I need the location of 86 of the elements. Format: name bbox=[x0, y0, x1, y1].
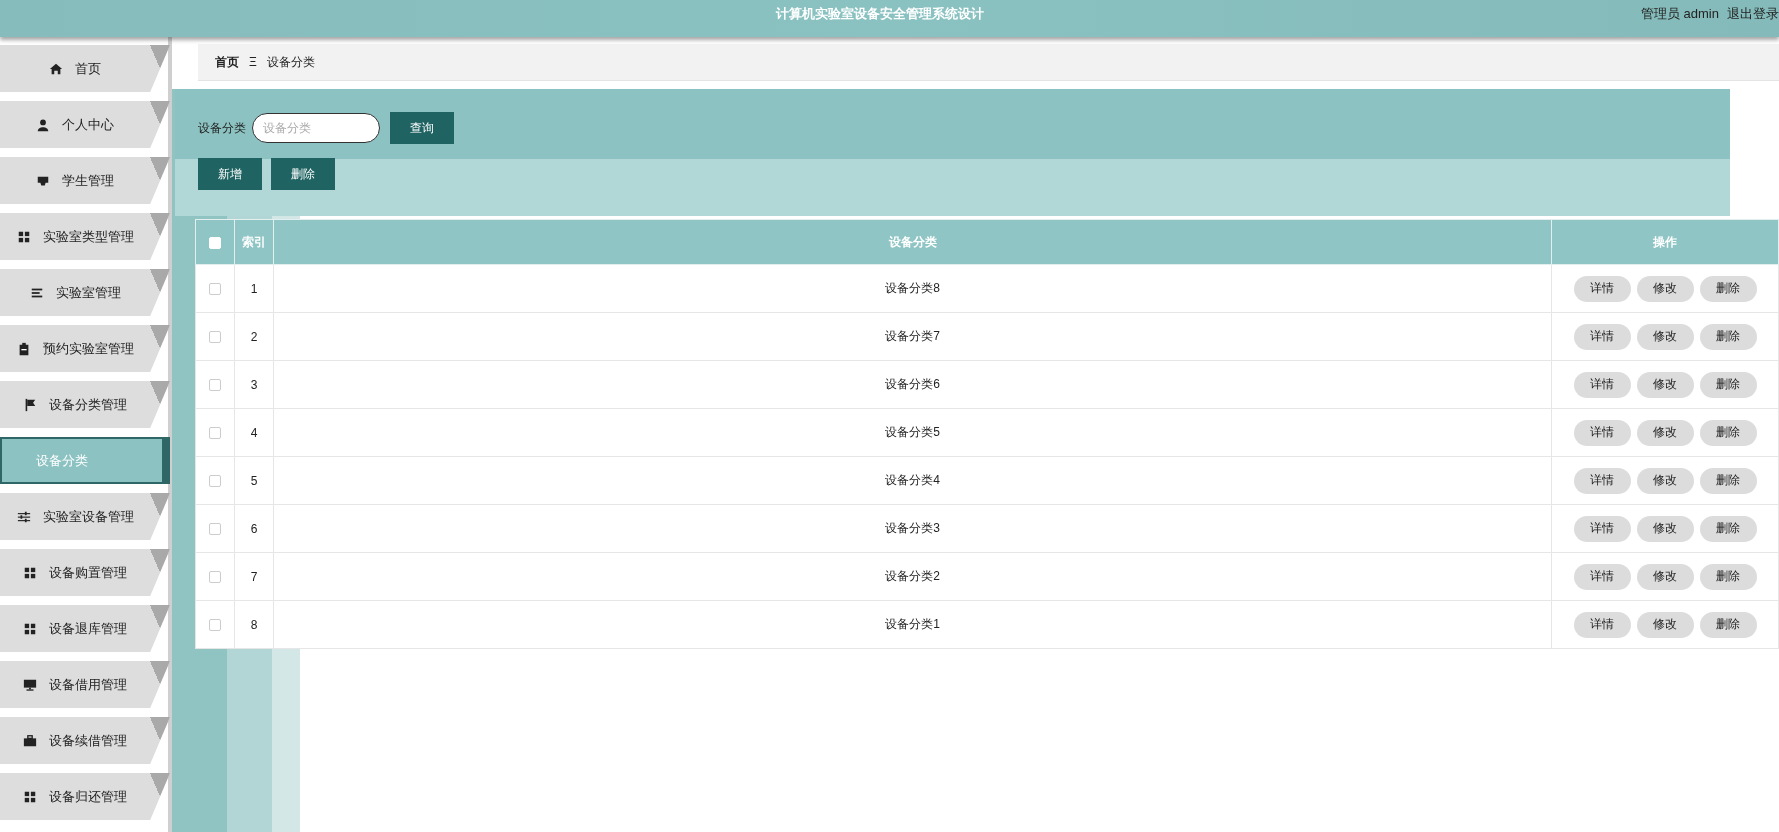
grid-icon bbox=[23, 789, 37, 804]
user-icon bbox=[36, 117, 50, 132]
table-cell: 3 bbox=[234, 360, 274, 409]
sidebar-item[interactable]: 预约实验室管理 bbox=[0, 325, 170, 372]
column-header: 索引 bbox=[234, 219, 274, 265]
row-checkbox[interactable] bbox=[209, 571, 221, 584]
user-label: 管理员 admin bbox=[1640, 5, 1719, 23]
row-checkbox[interactable] bbox=[209, 379, 221, 392]
table-cell: 8 bbox=[234, 600, 274, 649]
row-action-button[interactable]: 修改 bbox=[1636, 275, 1694, 302]
grid-icon bbox=[23, 621, 37, 636]
row-action-button[interactable]: 详情 bbox=[1573, 419, 1631, 446]
monitor-icon bbox=[23, 677, 37, 692]
row-action-button[interactable]: 修改 bbox=[1636, 323, 1694, 350]
row-action-button[interactable]: 修改 bbox=[1636, 419, 1694, 446]
table-cell: 5 bbox=[234, 456, 274, 505]
logout-link[interactable]: 退出登录 bbox=[1727, 0, 1779, 23]
breadcrumb-current: 设备分类 bbox=[266, 53, 315, 71]
sliders-icon bbox=[16, 509, 31, 524]
row-action-button[interactable]: 详情 bbox=[1573, 467, 1631, 494]
sidebar-item[interactable]: 实验室设备管理 bbox=[0, 493, 170, 540]
column-header: 设备分类 bbox=[273, 219, 1552, 265]
row-action-button[interactable]: 删除 bbox=[1699, 467, 1757, 494]
row-checkbox[interactable] bbox=[209, 619, 221, 632]
row-action-button[interactable]: 修改 bbox=[1636, 371, 1694, 398]
sidebar-item[interactable]: 个人中心 bbox=[0, 101, 170, 148]
action-button[interactable]: 删除 bbox=[271, 158, 335, 190]
row-action-button[interactable]: 删除 bbox=[1699, 515, 1757, 542]
table-cell: 设备分类3 bbox=[273, 504, 1552, 553]
briefcase-icon bbox=[23, 733, 37, 748]
row-action-button[interactable]: 删除 bbox=[1699, 275, 1757, 302]
row-action-button[interactable]: 修改 bbox=[1636, 515, 1694, 542]
table-cell: 设备分类6 bbox=[273, 360, 1552, 409]
row-action-button[interactable]: 详情 bbox=[1573, 323, 1631, 350]
table-cell: 设备分类5 bbox=[273, 408, 1552, 457]
row-checkbox[interactable] bbox=[209, 283, 221, 296]
row-checkbox[interactable] bbox=[209, 427, 221, 440]
row-action-button[interactable]: 删除 bbox=[1699, 371, 1757, 398]
grid-icon bbox=[16, 229, 31, 244]
row-action-button[interactable]: 详情 bbox=[1573, 515, 1631, 542]
table-cell: 设备分类8 bbox=[273, 264, 1552, 313]
app-title: 计算机实验室设备安全管理系统设计 bbox=[775, 5, 986, 23]
row-action-button[interactable]: 删除 bbox=[1699, 419, 1757, 446]
sidebar-item[interactable]: 设备分类管理 bbox=[0, 381, 170, 428]
table-cell: 2 bbox=[234, 312, 274, 361]
row-action-button[interactable]: 详情 bbox=[1573, 275, 1631, 302]
sidebar-item[interactable]: 首页 bbox=[0, 45, 170, 92]
column-header: 操作 bbox=[1551, 219, 1779, 265]
sidebar-item[interactable]: 设备借用管理 bbox=[0, 661, 170, 708]
search-field[interactable]: 设备分类 bbox=[252, 113, 380, 143]
table-cell: 7 bbox=[234, 552, 274, 601]
row-action-button[interactable]: 删除 bbox=[1699, 611, 1757, 638]
sidebar-item[interactable]: 实验室类型管理 bbox=[0, 213, 170, 260]
table-cell: 设备分类7 bbox=[273, 312, 1552, 361]
row-checkbox[interactable] bbox=[209, 523, 221, 536]
row-action-button[interactable]: 修改 bbox=[1636, 611, 1694, 638]
action-button[interactable]: 新增 bbox=[198, 158, 262, 190]
search-button[interactable]: 查询 bbox=[390, 112, 454, 144]
row-action-button[interactable]: 详情 bbox=[1573, 611, 1631, 638]
sidebar-item[interactable]: 学生管理 bbox=[0, 157, 170, 204]
sidebar-item[interactable]: 设备退库管理 bbox=[0, 605, 170, 652]
table-cell: 6 bbox=[234, 504, 274, 553]
search-label: 设备分类 bbox=[198, 119, 246, 137]
row-checkbox[interactable] bbox=[209, 331, 221, 344]
breadcrumb-link[interactable]: 首页 bbox=[215, 53, 239, 71]
breadcrumb-separator: Ξ bbox=[249, 55, 257, 69]
row-action-button[interactable]: 详情 bbox=[1573, 371, 1631, 398]
table-cell: 设备分类4 bbox=[273, 456, 1552, 505]
table-cell: 4 bbox=[234, 408, 274, 457]
table-cell: 1 bbox=[234, 264, 274, 313]
flag-icon bbox=[23, 397, 37, 412]
home-icon bbox=[49, 61, 63, 76]
table-cell: 设备分类2 bbox=[273, 552, 1552, 601]
grid-icon bbox=[23, 565, 37, 580]
sidebar-item[interactable]: 设备购置管理 bbox=[0, 549, 170, 596]
table-cell: 设备分类1 bbox=[273, 600, 1552, 649]
row-action-button[interactable]: 删除 bbox=[1699, 563, 1757, 590]
row-action-button[interactable]: 删除 bbox=[1699, 323, 1757, 350]
row-action-button[interactable]: 修改 bbox=[1636, 467, 1694, 494]
row-action-button[interactable]: 详情 bbox=[1573, 563, 1631, 590]
sidebar-item[interactable]: 设备归还管理 bbox=[0, 773, 170, 820]
select-all-checkbox[interactable] bbox=[209, 236, 221, 249]
row-checkbox[interactable] bbox=[209, 475, 221, 488]
row-action-button[interactable]: 修改 bbox=[1636, 563, 1694, 590]
sidebar-item[interactable]: 设备续借管理 bbox=[0, 717, 170, 764]
sidebar-item[interactable]: 实验室管理 bbox=[0, 269, 170, 316]
